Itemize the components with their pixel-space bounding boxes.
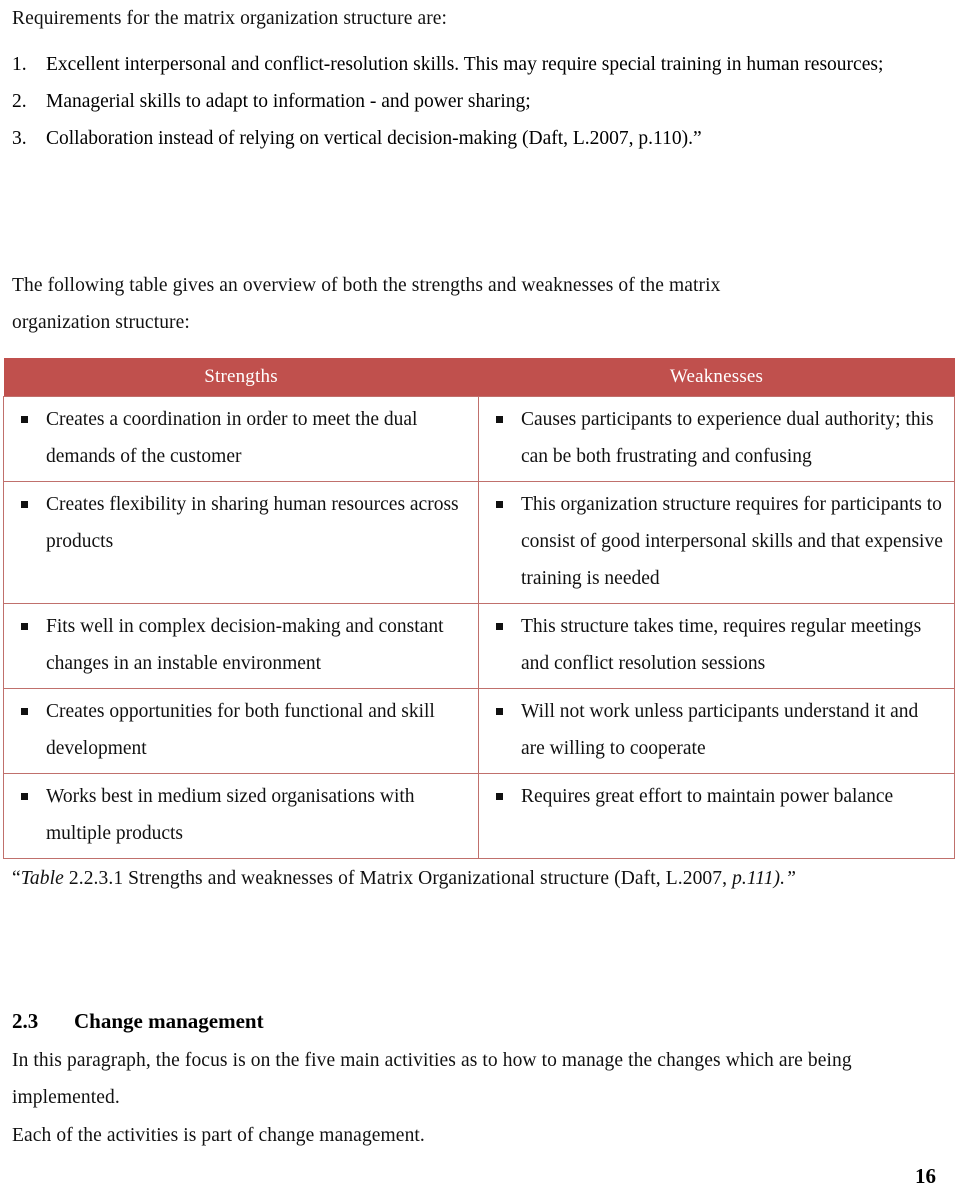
section-paragraph-2: Each of the activities is part of change… <box>12 1125 425 1146</box>
requirements-list: 1. Excellent interpersonal and conflict-… <box>12 46 942 157</box>
list-item-number: 2. <box>12 91 27 112</box>
list-item-number: 1. <box>12 54 27 75</box>
lead-paragraph: The following table gives an overview of… <box>12 275 721 333</box>
cell-text: Will not work unless participants unders… <box>521 701 919 759</box>
bullet-square-icon <box>21 501 28 508</box>
bullet-square-icon <box>21 708 28 715</box>
bullet-square-icon <box>496 501 503 508</box>
cell-text: Works best in medium sized organisations… <box>46 786 415 844</box>
list-item-text: Excellent interpersonal and conflict-res… <box>46 54 884 75</box>
table-row: Creates a coordination in order to meet … <box>3 396 955 482</box>
list-item: 2. Managerial skills to adapt to informa… <box>12 83 942 120</box>
bullet-square-icon <box>496 623 503 630</box>
caption-italic-word: Table <box>20 868 64 889</box>
bullet-square-icon <box>496 708 503 715</box>
bullet-square-icon <box>496 416 503 423</box>
table-header: Strengths Weaknesses <box>3 358 955 397</box>
cell-strength: Fits well in complex decision-making and… <box>3 603 479 689</box>
cell-text: Fits well in complex decision-making and… <box>46 616 444 674</box>
cell-text: Requires great effort to maintain power … <box>521 786 894 807</box>
cell-strength: Works best in medium sized organisations… <box>3 773 479 859</box>
bullet-square-icon <box>21 416 28 423</box>
caption-open-quote: “ <box>12 868 21 889</box>
cell-weakness: This organization structure requires for… <box>478 481 955 604</box>
cell-text: Causes participants to experience dual a… <box>521 409 934 467</box>
strengths-weaknesses-table: Strengths Weaknesses Creates a coordinat… <box>3 358 955 859</box>
list-item-text: Collaboration instead of relying on vert… <box>46 128 702 149</box>
bullet-square-icon <box>496 793 503 800</box>
list-item: 3. Collaboration instead of relying on v… <box>12 120 942 157</box>
caption-second-line: p.111).” <box>732 868 797 889</box>
cell-weakness: Causes participants to experience dual a… <box>478 396 955 482</box>
section-paragraph-1: In this paragraph, the focus is on the f… <box>12 1050 852 1108</box>
cell-text: This organization structure requires for… <box>521 494 943 589</box>
column-header-strengths: Strengths <box>3 358 479 397</box>
caption-rest: 2.2.3.1 Strengths and weaknesses of Matr… <box>63 868 733 889</box>
list-item-text: Managerial skills to adapt to informatio… <box>46 91 531 112</box>
cell-strength: Creates flexibility in sharing human res… <box>3 481 479 604</box>
table-row: Creates flexibility in sharing human res… <box>3 481 955 604</box>
list-item-number: 3. <box>12 128 27 149</box>
bullet-square-icon <box>21 623 28 630</box>
cell-weakness: Requires great effort to maintain power … <box>478 773 955 859</box>
bullet-square-icon <box>21 793 28 800</box>
cell-text: Creates flexibility in sharing human res… <box>46 494 459 552</box>
section-heading: 2.3 Change management <box>12 1006 264 1036</box>
intro-heading: Requirements for the matrix organization… <box>12 8 448 29</box>
cell-text: Creates opportunities for both functiona… <box>46 701 435 759</box>
table-row: Fits well in complex decision-making and… <box>3 603 955 689</box>
cell-text: This structure takes time, requires regu… <box>521 616 922 674</box>
column-header-weaknesses: Weaknesses <box>478 358 955 397</box>
cell-text: Creates a coordination in order to meet … <box>46 409 418 467</box>
table-body: Creates a coordination in order to meet … <box>3 396 955 859</box>
section-number: 2.3 <box>12 1009 39 1033</box>
table-row: Works best in medium sized organisations… <box>3 773 955 859</box>
page-number: 16 <box>915 1164 936 1188</box>
table-header-row: Strengths Weaknesses <box>3 358 955 397</box>
list-item: 1. Excellent interpersonal and conflict-… <box>12 46 942 83</box>
cell-weakness: This structure takes time, requires regu… <box>478 603 955 689</box>
table-caption: “Table 2.2.3.1 Strengths and weaknesses … <box>12 860 912 897</box>
table-row: Creates opportunities for both functiona… <box>3 688 955 774</box>
cell-strength: Creates a coordination in order to meet … <box>3 396 479 482</box>
cell-weakness: Will not work unless participants unders… <box>478 688 955 774</box>
cell-strength: Creates opportunities for both functiona… <box>3 688 479 774</box>
section-title: Change management <box>74 1009 264 1033</box>
document-page: Requirements for the matrix organization… <box>0 0 960 1197</box>
